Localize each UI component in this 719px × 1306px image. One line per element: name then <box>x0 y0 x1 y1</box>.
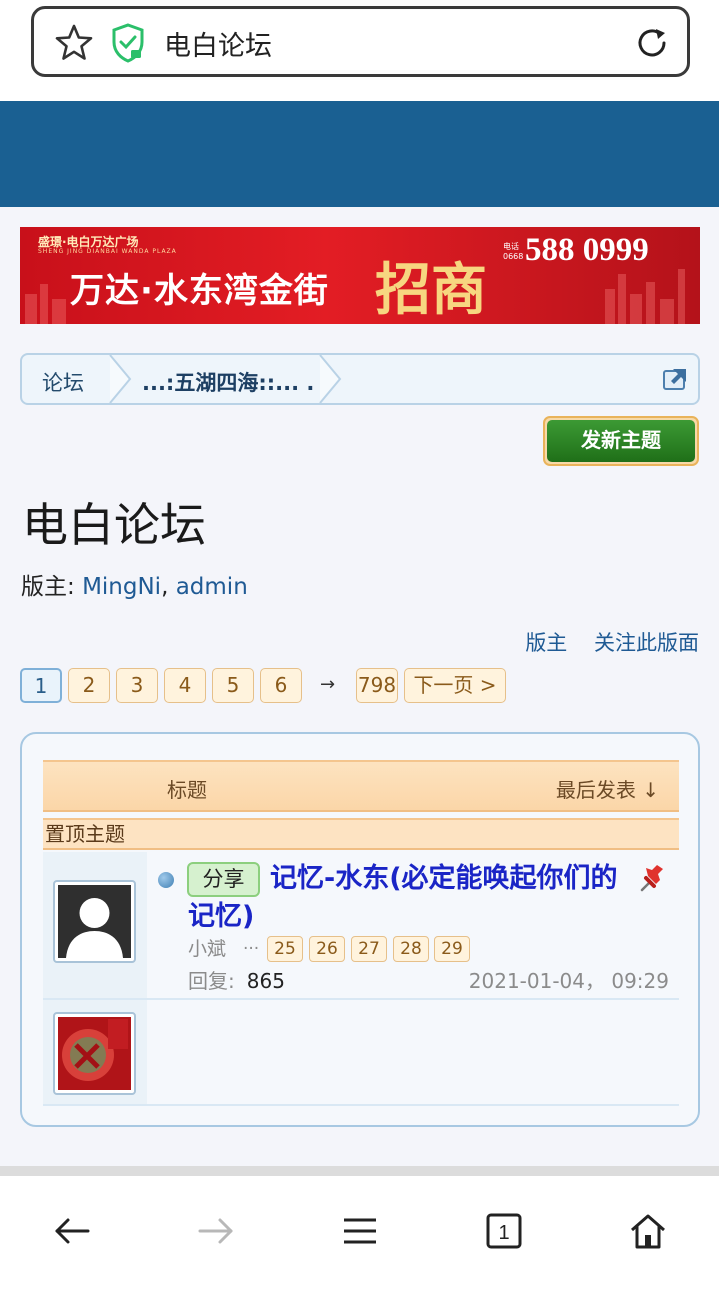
tab-count: 1 <box>498 1222 509 1244</box>
new-thread-button[interactable]: 发新主题 <box>543 416 699 466</box>
replies-label: 回复: <box>188 969 235 993</box>
breadcrumb-board[interactable]: ...:五湖四海::... . <box>142 367 314 397</box>
replies-count: 865 <box>246 969 285 993</box>
moderators: 版主: MingNi, admin <box>21 574 248 600</box>
shield-check-icon <box>112 23 144 63</box>
page-1[interactable]: 1 <box>20 668 62 703</box>
banner-tel-label: 电话 <box>503 242 519 251</box>
thread-replies: 回复: 865 <box>188 965 285 994</box>
thread-author[interactable]: 小斌 <box>188 934 226 961</box>
avatar-cell <box>43 1000 147 1104</box>
moderator-link[interactable]: admin <box>176 574 248 600</box>
avatar-cell <box>43 852 147 998</box>
thread-row[interactable] <box>43 1000 679 1106</box>
banner-brand-en: SHENG JING DIANBAI WANDA PLAZA <box>38 248 177 255</box>
browser-bottom-nav: 1 <box>0 1176 719 1306</box>
thread-list-header: 标题 最后发表 ↓ <box>43 760 679 812</box>
thread-list: 标题 最后发表 ↓ 置顶主题 记忆-水东(必定能唤起你们的记忆) 分享 小斌 .… <box>20 732 700 1127</box>
banner-main-text: 万达·水东湾金街 <box>70 271 329 311</box>
new-thread-label: 发新主题 <box>547 420 695 462</box>
tabs-icon[interactable]: 1 <box>484 1211 524 1251</box>
reload-icon[interactable] <box>634 25 670 61</box>
page-6[interactable]: 6 <box>260 668 302 703</box>
sticky-section-label: 置顶主题 <box>43 818 679 850</box>
banner-ad[interactable]: 盛璟·电白万达广场 SHENG JING DIANBAI WANDA PLAZA… <box>20 227 700 324</box>
default-avatar-icon <box>58 885 131 958</box>
url-text[interactable]: 电白论坛 <box>164 24 272 63</box>
thread-page-link[interactable]: 28 <box>393 936 429 962</box>
forum-links: 版主 关注此版面 <box>505 627 699 657</box>
page-4[interactable]: 4 <box>164 668 206 703</box>
page-3[interactable]: 3 <box>116 668 158 703</box>
thread-row[interactable]: 记忆-水东(必定能唤起你们的记忆) 分享 小斌 ... 25 26 27 28 … <box>43 852 679 1000</box>
moderators-link[interactable]: 版主 <box>525 631 567 655</box>
back-icon[interactable] <box>52 1211 92 1251</box>
thread-page-link[interactable]: 25 <box>267 936 303 962</box>
site-header <box>0 101 719 207</box>
avatar[interactable] <box>53 880 136 963</box>
banner-tel-code: 0668 <box>503 252 524 261</box>
breadcrumb: 论坛 ...:五湖四海::... . <box>20 353 700 405</box>
next-page-button[interactable]: 下一页 > <box>404 668 506 703</box>
address-bar[interactable]: 电白论坛 <box>31 6 690 77</box>
moderator-link[interactable]: MingNi <box>82 574 161 600</box>
forward-icon[interactable] <box>196 1211 236 1251</box>
banner-phone: 588 0999 <box>525 232 649 268</box>
page-2[interactable]: 2 <box>68 668 110 703</box>
thread-status-dot-icon <box>158 872 174 888</box>
bottom-divider <box>0 1166 719 1176</box>
chevron-right-icon <box>109 355 132 403</box>
banner-big-text: 招商 <box>375 257 487 323</box>
thread-page-link[interactable]: 27 <box>351 936 387 962</box>
home-icon[interactable] <box>628 1211 668 1251</box>
page-5[interactable]: 5 <box>212 668 254 703</box>
pagination-arrow: → <box>320 674 336 695</box>
pin-icon <box>640 865 663 892</box>
external-link-icon[interactable] <box>662 367 688 391</box>
page-ellipsis: ... <box>243 934 260 954</box>
column-title: 标题 <box>167 778 207 802</box>
chevron-right-icon <box>319 355 342 403</box>
star-icon[interactable] <box>54 23 94 63</box>
user-avatar-image <box>58 1017 131 1090</box>
thread-page-link[interactable]: 26 <box>309 936 345 962</box>
column-last-post[interactable]: 最后发表 ↓ <box>556 774 659 803</box>
follow-board-link[interactable]: 关注此版面 <box>594 631 699 655</box>
avatar[interactable] <box>53 1012 136 1095</box>
menu-icon[interactable] <box>340 1211 380 1251</box>
thread-last-post-time[interactable]: 2021-01-04， 09:29 <box>469 965 669 994</box>
breadcrumb-forum[interactable]: 论坛 <box>42 367 84 397</box>
thread-page-link[interactable]: 29 <box>434 936 470 962</box>
page-last[interactable]: 798 <box>356 668 398 703</box>
browser-toolbar: 电白论坛 <box>0 0 719 101</box>
moderators-label: 版主: <box>21 574 75 600</box>
page-title: 电白论坛 <box>22 498 206 552</box>
thread-tag[interactable]: 分享 <box>187 862 260 897</box>
